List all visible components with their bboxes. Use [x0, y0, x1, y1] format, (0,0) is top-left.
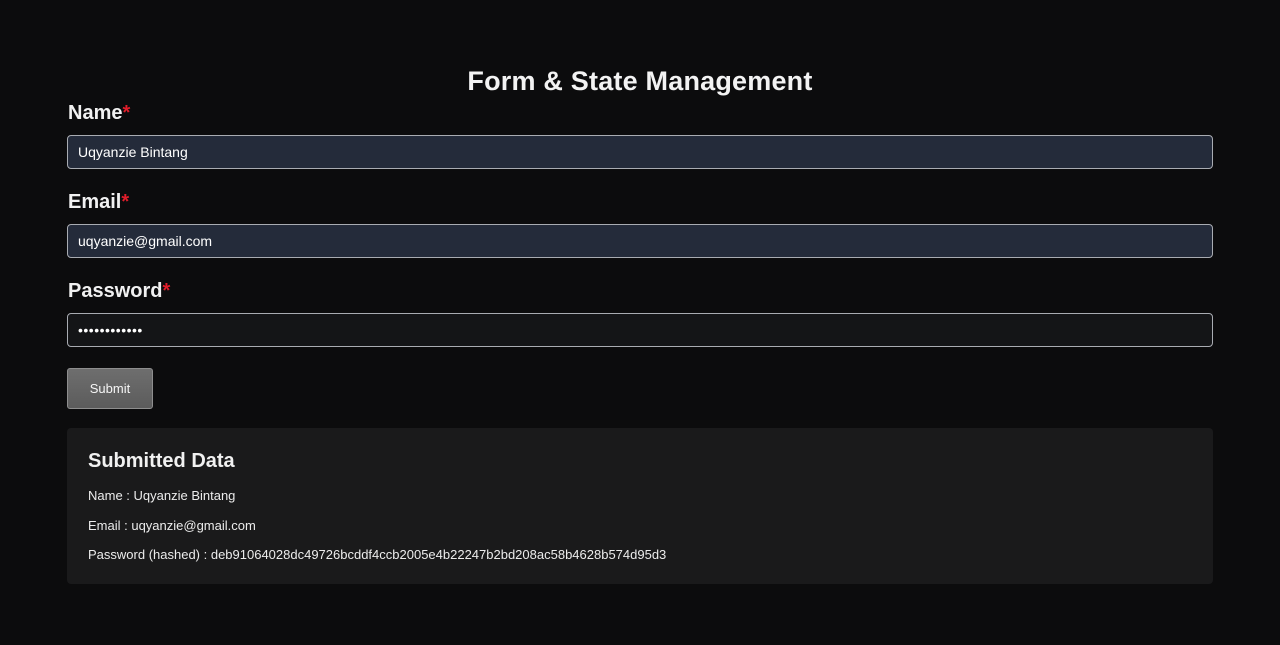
- page-title: Form & State Management: [467, 66, 813, 96]
- submitted-name: Name : Uqyanzie Bintang: [88, 488, 236, 503]
- submitted-data-panel: Submitted Data Name : Uqyanzie Bintang E…: [67, 428, 1213, 584]
- name-label: Name*: [68, 102, 130, 125]
- name-label-text: Name: [68, 102, 123, 124]
- submitted-data-title: Submitted Data: [88, 450, 235, 472]
- submitted-password-hash: Password (hashed) : deb91064028dc49726bc…: [88, 547, 667, 562]
- email-label: Email*: [68, 191, 129, 214]
- email-required-mark: *: [121, 191, 130, 213]
- submit-button[interactable]: Submit: [67, 368, 153, 409]
- password-required-mark: *: [162, 280, 171, 302]
- name-input[interactable]: [67, 135, 1213, 169]
- password-input[interactable]: [67, 313, 1213, 347]
- email-input[interactable]: [67, 224, 1213, 258]
- password-label-text: Password: [68, 280, 163, 302]
- submitted-email: Email : uqyanzie@gmail.com: [88, 518, 256, 533]
- name-required-mark: *: [122, 102, 131, 124]
- password-label: Password*: [68, 280, 170, 303]
- email-label-text: Email: [68, 191, 122, 213]
- form-page: Form & State Management Name* Email* Pas…: [0, 0, 1280, 645]
